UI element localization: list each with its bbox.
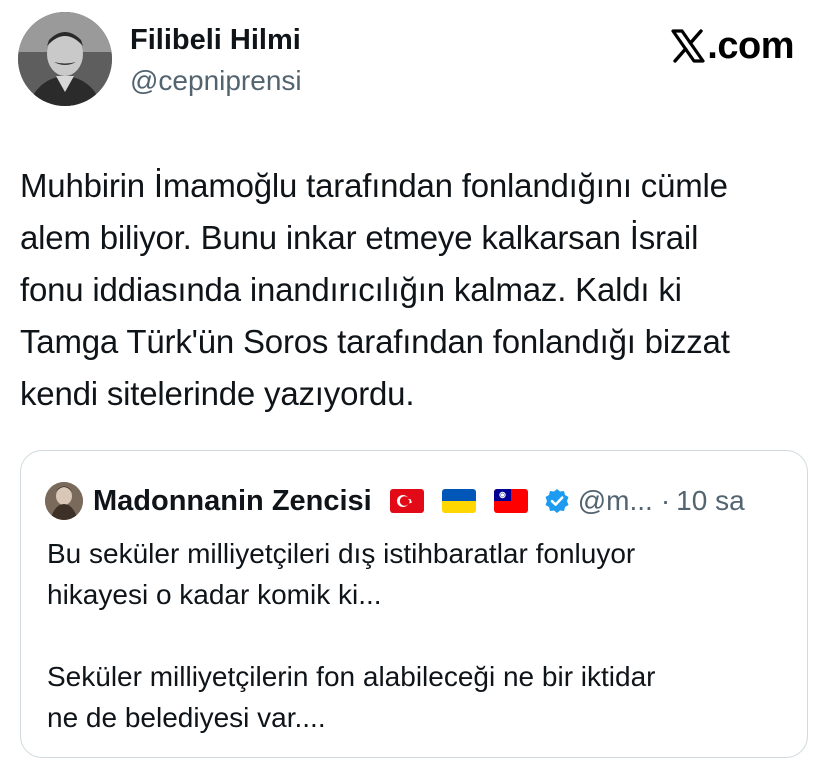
x-brand: .com — [671, 24, 794, 68]
quoted-tweet[interactable]: Madonnanin Zencisi @m... · 10 sa Bu sekü… — [20, 450, 808, 758]
taiwan-flag-icon — [493, 489, 528, 513]
x-logo-icon — [671, 29, 705, 63]
quoted-author-display-name[interactable]: Madonnanin Zencisi — [93, 482, 372, 520]
verified-badge-icon — [544, 488, 570, 514]
brand-text: .com — [707, 25, 794, 67]
header-separator: · — [660, 485, 671, 516]
quoted-tweet-header: Madonnanin Zencisi @m... · 10 sa — [45, 481, 745, 521]
author-handle[interactable]: @cepniprensi — [130, 64, 302, 98]
turkey-flag-icon — [389, 489, 424, 513]
quoted-author-handle[interactable]: @m... — [578, 482, 653, 520]
author-avatar[interactable] — [18, 12, 112, 106]
quoted-tweet-time[interactable]: 10 sa — [676, 482, 745, 520]
quoted-tweet-text: Bu seküler milliyetçileri dış istihbarat… — [47, 538, 656, 733]
ukraine-flag-icon — [441, 489, 476, 513]
tweet-text: Muhbirin İmamoğlu tarafından fonlandığın… — [20, 167, 730, 412]
author-display-name[interactable]: Filibeli Hilmi — [130, 22, 301, 58]
quoted-author-avatar[interactable] — [45, 482, 83, 520]
